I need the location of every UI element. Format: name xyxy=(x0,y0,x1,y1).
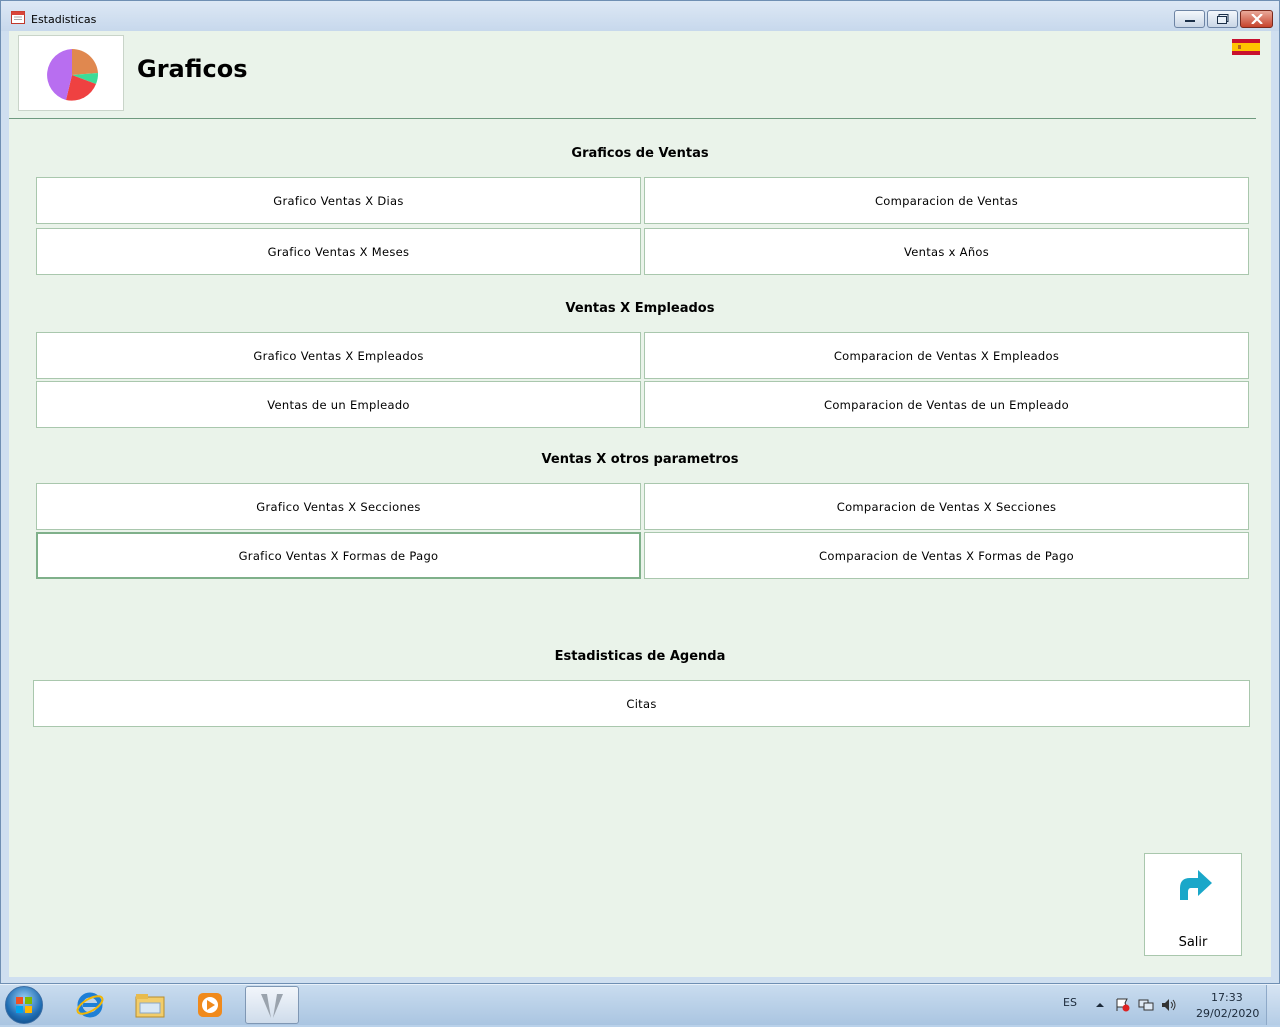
grafico-ventas-secciones-button[interactable]: Grafico Ventas X Secciones xyxy=(36,483,641,530)
language-indicator[interactable]: ES xyxy=(1063,996,1077,1009)
taskbar-media-player[interactable] xyxy=(183,986,237,1024)
section-title-otros: Ventas X otros parametros xyxy=(541,452,739,467)
taskbar-estadisticas-app[interactable] xyxy=(245,986,299,1024)
section-title-agenda: Estadisticas de Agenda xyxy=(554,649,726,664)
close-button[interactable] xyxy=(1240,10,1273,28)
logo-box xyxy=(18,35,124,111)
ventas-anos-button[interactable]: Ventas x Años xyxy=(644,228,1249,275)
citas-button[interactable]: Citas xyxy=(33,680,1250,727)
header-divider xyxy=(9,118,1256,119)
comparacion-ventas-un-empleado-button[interactable]: Comparacion de Ventas de un Empleado xyxy=(644,381,1249,428)
redo-arrow-icon xyxy=(1180,870,1212,900)
comparacion-ventas-button[interactable]: Comparacion de Ventas xyxy=(644,177,1249,224)
salir-label: Salir xyxy=(1178,935,1208,950)
salir-button[interactable]: Salir xyxy=(1144,853,1242,956)
media-player-icon xyxy=(198,993,222,1017)
pie-chart-icon xyxy=(47,48,99,101)
clock-date[interactable]: 29/02/2020 xyxy=(1196,1007,1259,1020)
taskbar-explorer[interactable] xyxy=(123,986,177,1024)
network-icon[interactable] xyxy=(1138,998,1154,1012)
restore-icon xyxy=(1216,14,1228,24)
grafico-ventas-formas-pago-button[interactable]: Grafico Ventas X Formas de Pago xyxy=(36,532,641,579)
app-window: Estadisticas Graficos Graficos de Ventas… xyxy=(0,0,1280,984)
folder-icon xyxy=(135,994,165,1018)
grafico-ventas-empleados-button[interactable]: Grafico Ventas X Empleados xyxy=(36,332,641,379)
comparacion-ventas-empleados-button[interactable]: Comparacion de Ventas X Empleados xyxy=(644,332,1249,379)
clock-time[interactable]: 17:33 xyxy=(1211,991,1243,1004)
action-center-icon[interactable] xyxy=(1115,998,1131,1012)
show-desktop-button[interactable] xyxy=(1266,985,1280,1025)
comparacion-ventas-secciones-button[interactable]: Comparacion de Ventas X Secciones xyxy=(644,483,1249,530)
calendar-icon xyxy=(11,11,25,24)
comparacion-ventas-formas-pago-button[interactable]: Comparacion de Ventas X Formas de Pago xyxy=(644,532,1249,579)
section-title-empleados: Ventas X Empleados xyxy=(565,301,715,316)
ventas-un-empleado-button[interactable]: Ventas de un Empleado xyxy=(36,381,641,428)
show-hidden-icons-icon[interactable] xyxy=(1092,998,1108,1012)
app-icon xyxy=(261,994,283,1018)
start-button[interactable] xyxy=(5,986,43,1024)
client-area: Graficos Graficos de Ventas Grafico Vent… xyxy=(9,31,1271,977)
taskbar-internet-explorer[interactable] xyxy=(63,986,117,1024)
title-bar[interactable]: Estadisticas xyxy=(1,1,1279,31)
taskbar: ES 17:33 29/02/2020 xyxy=(0,984,1280,1025)
minimize-button[interactable] xyxy=(1174,10,1205,28)
minimize-icon xyxy=(1184,20,1195,22)
maximize-button[interactable] xyxy=(1207,10,1238,28)
close-icon xyxy=(1250,14,1263,24)
windows-logo-icon xyxy=(16,997,32,1013)
window-title: Estadisticas xyxy=(31,13,97,26)
grafico-ventas-meses-button[interactable]: Grafico Ventas X Meses xyxy=(36,228,641,275)
section-title-ventas: Graficos de Ventas xyxy=(571,146,709,161)
volume-icon[interactable] xyxy=(1161,998,1177,1012)
grafico-ventas-dias-button[interactable]: Grafico Ventas X Dias xyxy=(36,177,641,224)
spain-flag-icon[interactable] xyxy=(1232,39,1260,55)
internet-explorer-icon xyxy=(76,992,104,1018)
page-title: Graficos xyxy=(137,55,248,83)
